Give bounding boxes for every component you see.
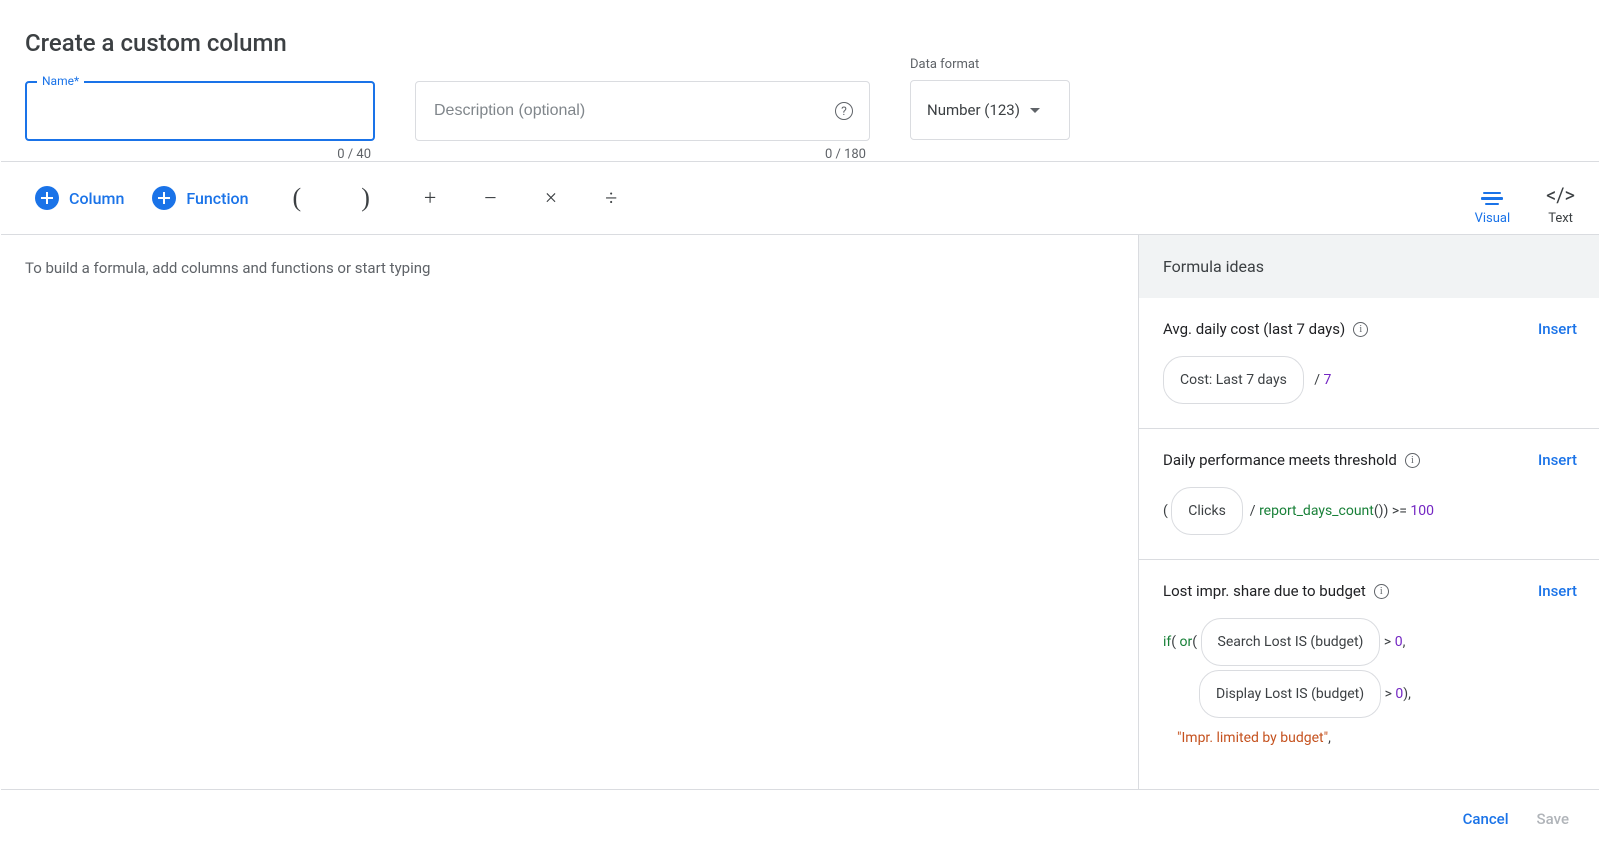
formula-text: ( bbox=[1192, 634, 1200, 650]
formula-text: / bbox=[1246, 503, 1259, 519]
idea-title: Lost impr. share due to budget bbox=[1163, 582, 1366, 600]
idea-formula-line3: "Impr. limited by budget", bbox=[1163, 720, 1577, 756]
view-toggle: Visual </> Text bbox=[1471, 162, 1599, 234]
data-format-label: Data format bbox=[910, 57, 1070, 72]
plus-icon bbox=[35, 186, 59, 210]
formula-idea: Avg. daily cost (last 7 days) i Insert C… bbox=[1139, 298, 1599, 429]
formula-function: or bbox=[1180, 634, 1193, 650]
plus-icon bbox=[152, 186, 176, 210]
column-chip: Clicks bbox=[1171, 487, 1243, 535]
formula-ideas-header: Formula ideas bbox=[1139, 235, 1599, 298]
formula-placeholder: To build a formula, add columns and func… bbox=[25, 259, 430, 277]
formula-text: , bbox=[1403, 634, 1406, 650]
save-button: Save bbox=[1537, 810, 1569, 828]
idea-title: Avg. daily cost (last 7 days) bbox=[1163, 320, 1345, 338]
description-field-wrapper: ? 0 / 180 bbox=[415, 81, 870, 141]
function-button-label: Function bbox=[186, 189, 248, 208]
formula-number: 100 bbox=[1410, 503, 1434, 519]
dialog-footer: Cancel Save bbox=[1, 789, 1599, 848]
minus-operator-button[interactable]: − bbox=[460, 162, 520, 234]
text-mode-button[interactable]: </> Text bbox=[1542, 175, 1579, 232]
description-input[interactable] bbox=[432, 101, 827, 121]
cancel-button[interactable]: Cancel bbox=[1463, 810, 1509, 828]
idea-formula-line1: if( or( Search Lost IS (budget) > 0, bbox=[1163, 616, 1577, 668]
formula-text: ), bbox=[1403, 686, 1411, 702]
name-input[interactable] bbox=[41, 89, 359, 133]
code-icon: </> bbox=[1546, 185, 1575, 205]
divide-operator-button[interactable]: ÷ bbox=[581, 162, 641, 234]
formula-idea: Daily performance meets threshold i Inse… bbox=[1139, 429, 1599, 560]
info-icon[interactable]: i bbox=[1374, 584, 1389, 599]
info-icon[interactable]: i bbox=[1353, 322, 1368, 337]
formula-text: / bbox=[1307, 372, 1323, 388]
visual-mode-icon bbox=[1481, 192, 1503, 206]
formula-function: report_days_count bbox=[1259, 503, 1374, 519]
paren-close-button[interactable]: ) bbox=[331, 162, 400, 234]
help-icon[interactable]: ? bbox=[835, 102, 853, 120]
idea-title: Daily performance meets threshold bbox=[1163, 451, 1397, 469]
description-counter: 0 / 180 bbox=[825, 147, 866, 162]
insert-button[interactable]: Insert bbox=[1538, 582, 1577, 600]
formula-idea: Lost impr. share due to budget i Insert … bbox=[1139, 560, 1599, 778]
info-icon[interactable]: i bbox=[1405, 453, 1420, 468]
formula-text: ( bbox=[1163, 503, 1171, 519]
formula-text: > bbox=[1384, 634, 1395, 650]
chevron-down-icon bbox=[1030, 108, 1040, 113]
insert-button[interactable]: Insert bbox=[1538, 451, 1577, 469]
formula-text: ()) >= bbox=[1374, 503, 1411, 519]
paren-open-button[interactable]: ( bbox=[263, 162, 332, 234]
column-chip: Display Lost IS (budget) bbox=[1199, 670, 1381, 718]
plus-operator-button[interactable]: + bbox=[400, 162, 460, 234]
formula-toolbar: Column Function ( ) + − × ÷ Visual </> T… bbox=[1, 161, 1599, 235]
data-format-value: Number (123) bbox=[927, 101, 1020, 119]
page-title: Create a custom column bbox=[25, 29, 1575, 57]
idea-formula-line2: Display Lost IS (budget) > 0), bbox=[1163, 668, 1577, 720]
formula-ideas-panel: Formula ideas Avg. daily cost (last 7 da… bbox=[1139, 235, 1599, 789]
name-label: Name* bbox=[37, 74, 84, 88]
description-field[interactable]: ? bbox=[415, 81, 870, 141]
formula-number: 0 bbox=[1395, 634, 1403, 650]
data-format-select[interactable]: Number (123) bbox=[910, 80, 1070, 140]
insert-button[interactable]: Insert bbox=[1538, 320, 1577, 338]
multiply-operator-button[interactable]: × bbox=[521, 162, 581, 234]
add-function-button[interactable]: Function bbox=[138, 162, 262, 234]
name-field[interactable]: Name* bbox=[25, 81, 375, 141]
column-button-label: Column bbox=[69, 189, 124, 208]
formula-string: "Impr. limited by budget" bbox=[1177, 730, 1328, 746]
text-mode-label: Text bbox=[1548, 211, 1573, 226]
column-chip: Cost: Last 7 days bbox=[1163, 356, 1304, 404]
column-chip: Search Lost IS (budget) bbox=[1201, 618, 1381, 666]
data-format-block: Data format Number (123) bbox=[910, 57, 1070, 140]
visual-mode-button[interactable]: Visual bbox=[1471, 182, 1515, 233]
name-counter: 0 / 40 bbox=[337, 147, 371, 162]
formula-text: , bbox=[1328, 730, 1331, 746]
add-column-button[interactable]: Column bbox=[21, 162, 138, 234]
name-field-wrapper: Name* 0 / 40 bbox=[25, 81, 375, 141]
formula-number: 7 bbox=[1324, 372, 1332, 388]
formula-text: ( bbox=[1171, 634, 1179, 650]
visual-mode-label: Visual bbox=[1475, 211, 1511, 226]
idea-formula: Cost: Last 7 days / 7 bbox=[1163, 354, 1577, 406]
formula-editor[interactable]: To build a formula, add columns and func… bbox=[1, 235, 1139, 789]
formula-text: > bbox=[1385, 686, 1396, 702]
idea-formula: ( Clicks / report_days_count()) >= 100 bbox=[1163, 485, 1577, 537]
